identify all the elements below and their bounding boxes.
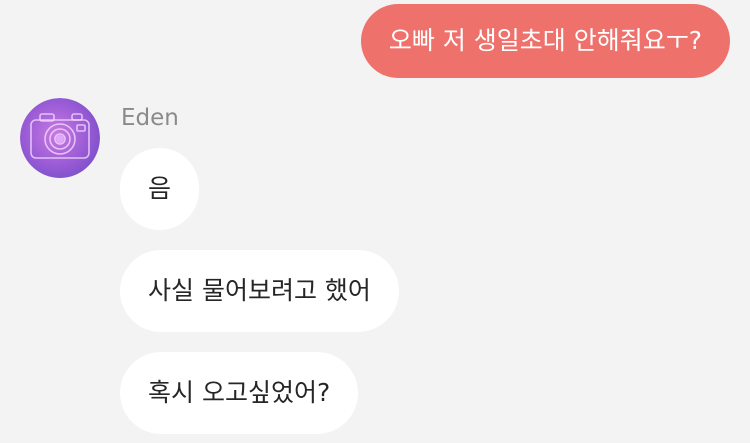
sender-name: Eden <box>121 105 179 131</box>
camera-icon <box>20 98 100 178</box>
received-message-bubble[interactable]: 혹시 오고싶었어? <box>120 352 359 434</box>
received-message-text: 음 <box>148 174 172 203</box>
received-message-bubble[interactable]: 사실 물어보려고 했어 <box>120 250 399 332</box>
received-message-text: 사실 물어보려고 했어 <box>148 276 371 305</box>
sent-message-text: 오빠 저 생일초대 안해줘요ㅜ? <box>388 26 702 55</box>
received-message-text: 혹시 오고싶었어? <box>148 378 331 407</box>
avatar[interactable] <box>20 98 100 178</box>
sent-message-bubble[interactable]: 오빠 저 생일초대 안해줘요ㅜ? <box>360 4 730 78</box>
received-message-bubble[interactable]: 음 <box>120 148 200 230</box>
